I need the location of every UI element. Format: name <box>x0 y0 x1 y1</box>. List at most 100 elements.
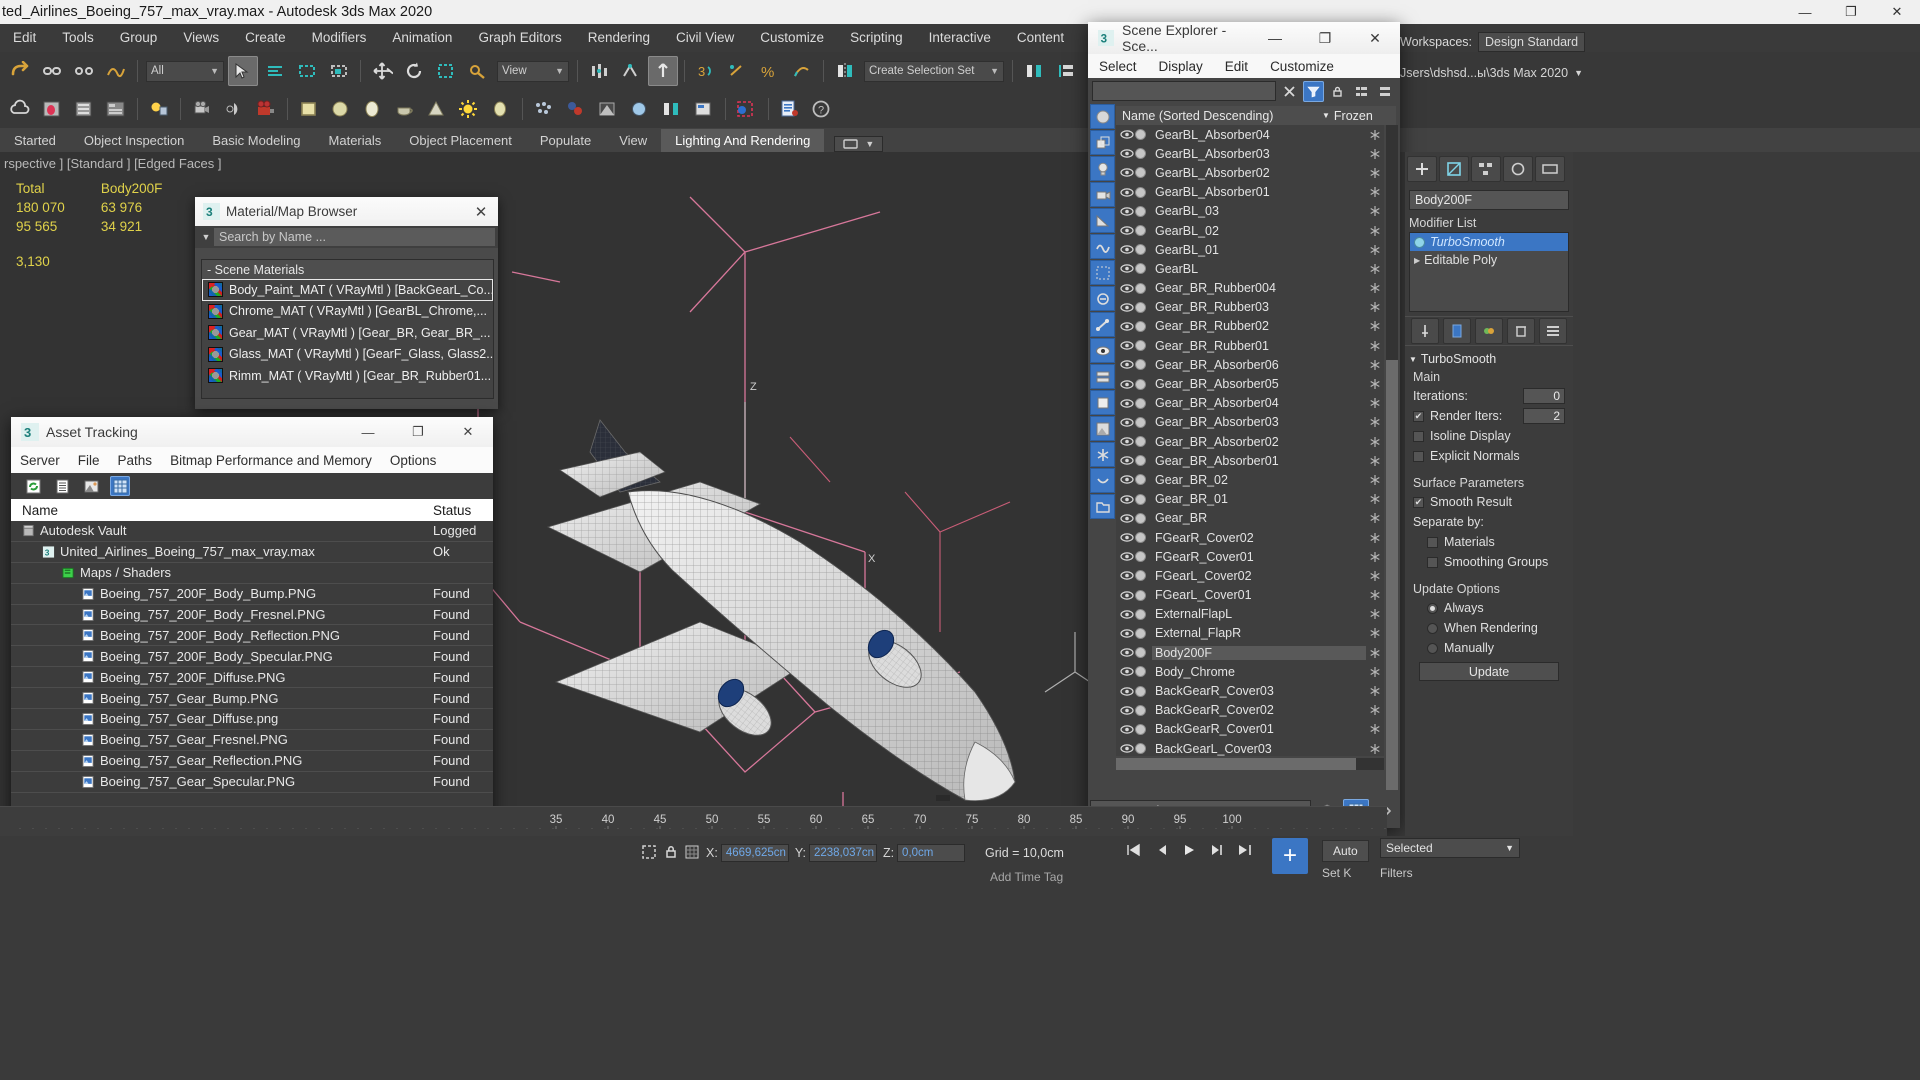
asset-row[interactable]: 3 United_Airlines_Boeing_757_max_vray.max… <box>11 541 493 563</box>
visibility-eye-icon[interactable] <box>1118 436 1135 447</box>
visibility-eye-icon[interactable] <box>1118 474 1135 485</box>
named-selection-set-combo[interactable]: Create Selection Set ▼ <box>864 60 1004 82</box>
scene-object-row[interactable]: Gear_BR_Rubber03 <box>1116 298 1384 317</box>
visibility-eye-icon[interactable] <box>1118 244 1135 255</box>
auto-key-button[interactable]: Auto <box>1322 840 1369 862</box>
column-name-sorted[interactable]: Name (Sorted Descending) <box>1116 109 1322 123</box>
frozen-toggle-icon[interactable] <box>1366 129 1384 141</box>
at-menu-file[interactable]: File <box>69 453 109 468</box>
modifier-enable-icon[interactable] <box>1414 236 1425 248</box>
help-icon[interactable]: ? <box>807 94 837 124</box>
se-menu-edit[interactable]: Edit <box>1214 59 1259 74</box>
visibility-eye-icon[interactable] <box>1118 187 1135 198</box>
filter-layers-icon[interactable] <box>1090 364 1115 389</box>
bind-spacewarp-icon[interactable] <box>101 56 131 86</box>
minimize-icon[interactable]: — <box>1782 0 1828 24</box>
scene-object-row[interactable]: Gear_BR_Absorber02 <box>1116 432 1384 451</box>
visibility-eye-icon[interactable] <box>1118 167 1135 178</box>
select-and-move-icon[interactable] <box>367 56 397 86</box>
go-to-end-icon[interactable] <box>1232 838 1258 862</box>
visibility-eye-icon[interactable] <box>1118 724 1135 735</box>
menu-item-rendering[interactable]: Rendering <box>575 24 663 52</box>
chevron-down-icon[interactable]: ▼ <box>1574 68 1583 78</box>
visibility-eye-icon[interactable] <box>1118 148 1135 159</box>
visibility-eye-icon[interactable] <box>1118 379 1135 390</box>
visibility-eye-icon[interactable] <box>1118 417 1135 428</box>
menu-item-tools[interactable]: Tools <box>49 24 107 52</box>
modifier-turbosmooth[interactable]: TurboSmooth <box>1410 233 1568 251</box>
asset-row[interactable]: Maps / Shaders <box>11 562 493 584</box>
clear-search-icon[interactable] <box>1279 81 1300 102</box>
visibility-eye-icon[interactable] <box>1118 590 1135 601</box>
frozen-toggle-icon[interactable] <box>1366 301 1384 313</box>
asset-row[interactable]: Boeing_757_200F_Body_Specular.PNG Found <box>11 646 493 668</box>
geosphere-primitive-icon[interactable] <box>358 94 388 124</box>
edit-named-selection-icon[interactable] <box>787 56 817 86</box>
filter-hidden-icon[interactable] <box>1090 468 1115 493</box>
frozen-toggle-icon[interactable] <box>1366 474 1384 486</box>
list-view-icon[interactable] <box>52 476 72 496</box>
visibility-eye-icon[interactable] <box>1118 225 1135 236</box>
material-row[interactable]: Rimm_MAT ( VRayMtl ) [Gear_BR_Rubber01..… <box>202 365 493 387</box>
menu-item-views[interactable]: Views <box>170 24 232 52</box>
frozen-toggle-icon[interactable] <box>1366 551 1384 563</box>
asset-row[interactable]: Boeing_757_Gear_Specular.PNG Found <box>11 771 493 793</box>
filters-button[interactable]: Filters <box>1380 866 1413 880</box>
at-menu-server[interactable]: Server <box>11 453 69 468</box>
frozen-toggle-icon[interactable] <box>1366 359 1384 371</box>
asset-row[interactable]: Autodesk Vault Logged <box>11 521 493 542</box>
render-in-cloud-icon[interactable] <box>144 94 174 124</box>
material-search-input[interactable]: Search by Name ... <box>214 228 495 246</box>
render-setup-icon[interactable] <box>37 94 67 124</box>
menu-item-scripting[interactable]: Scripting <box>837 24 916 52</box>
mirror-icon[interactable] <box>830 56 860 86</box>
ribbon-tab-object-placement[interactable]: Object Placement <box>395 129 526 152</box>
material-row[interactable]: Glass_MAT ( VRayMtl ) [GearF_Glass, Glas… <box>202 344 493 366</box>
coord-y-field[interactable]: 2238,037cn <box>808 844 877 862</box>
select-and-rotate-icon[interactable] <box>399 56 429 86</box>
menu-item-animation[interactable]: Animation <box>379 24 465 52</box>
scene-explorer-object-tree[interactable]: GearBL_Absorber04 GearBL_Absorber03 GearBL… <box>1116 125 1384 756</box>
scene-object-row[interactable]: Body_Chrome <box>1116 662 1384 681</box>
ribbon-tab-lighting-and-rendering[interactable]: Lighting And Rendering <box>661 129 825 152</box>
scene-object-row[interactable]: FGearL_Cover02 <box>1116 566 1384 585</box>
expand-all-icon[interactable] <box>1351 81 1372 102</box>
use-pivot-point-center-icon[interactable] <box>584 56 614 86</box>
make-unique-icon[interactable] <box>1475 318 1503 344</box>
frozen-toggle-icon[interactable] <box>1366 570 1384 582</box>
material-row[interactable]: Body_Paint_MAT ( VRayMtl ) [BackGearL_Co… <box>202 279 493 301</box>
asset-row[interactable]: Boeing_757_Gear_Bump.PNG Found <box>11 688 493 710</box>
asset-row[interactable]: Boeing_757_200F_Diffuse.PNG Found <box>11 667 493 689</box>
filter-bones-icon[interactable] <box>1090 312 1115 337</box>
visibility-eye-icon[interactable] <box>1118 551 1135 562</box>
material-browser-list[interactable]: - Scene Materials Body_Paint_MAT ( VRayM… <box>201 259 494 399</box>
frozen-toggle-icon[interactable] <box>1366 704 1384 716</box>
se-menu-display[interactable]: Display <box>1148 59 1214 74</box>
chevron-right-icon[interactable]: ▶ <box>1414 256 1420 265</box>
select-region-dashed-icon[interactable] <box>732 94 762 124</box>
asset-row[interactable]: Boeing_757_Gear_Diffuse.png Found <box>11 709 493 730</box>
reference-coordinate-combo[interactable]: View ▼ <box>497 60 569 82</box>
workspace-combo[interactable]: Design Standard <box>1478 32 1586 52</box>
at-menu-bitmap-performance[interactable]: Bitmap Performance and Memory <box>161 453 381 468</box>
filter-lights-icon[interactable] <box>1090 156 1115 181</box>
minimize-icon[interactable]: — <box>343 417 393 447</box>
light-reflector-icon[interactable] <box>219 94 249 124</box>
frozen-toggle-icon[interactable] <box>1366 205 1384 217</box>
filter-containers-icon[interactable] <box>1090 390 1115 415</box>
box-primitive-icon[interactable] <box>294 94 324 124</box>
se-menu-customize[interactable]: Customize <box>1259 59 1345 74</box>
frozen-toggle-icon[interactable] <box>1366 608 1384 620</box>
scene-object-row[interactable]: Gear_BR_Absorber01 <box>1116 451 1384 470</box>
modifier-editable-poly[interactable]: ▶ Editable Poly <box>1410 251 1568 269</box>
frozen-toggle-icon[interactable] <box>1366 320 1384 332</box>
asset-row[interactable]: Boeing_757_Gear_Reflection.PNG Found <box>11 750 493 772</box>
set-key-button[interactable]: Set K <box>1322 866 1351 880</box>
frozen-toggle-icon[interactable] <box>1366 436 1384 448</box>
frozen-toggle-icon[interactable] <box>1366 627 1384 639</box>
hierarchy-tab-icon[interactable] <box>1471 156 1501 182</box>
pin-stack-icon[interactable] <box>1411 318 1439 344</box>
frozen-toggle-icon[interactable] <box>1366 186 1384 198</box>
select-and-scale-icon[interactable] <box>431 56 461 86</box>
scene-object-row[interactable]: FGearL_Cover01 <box>1116 586 1384 605</box>
